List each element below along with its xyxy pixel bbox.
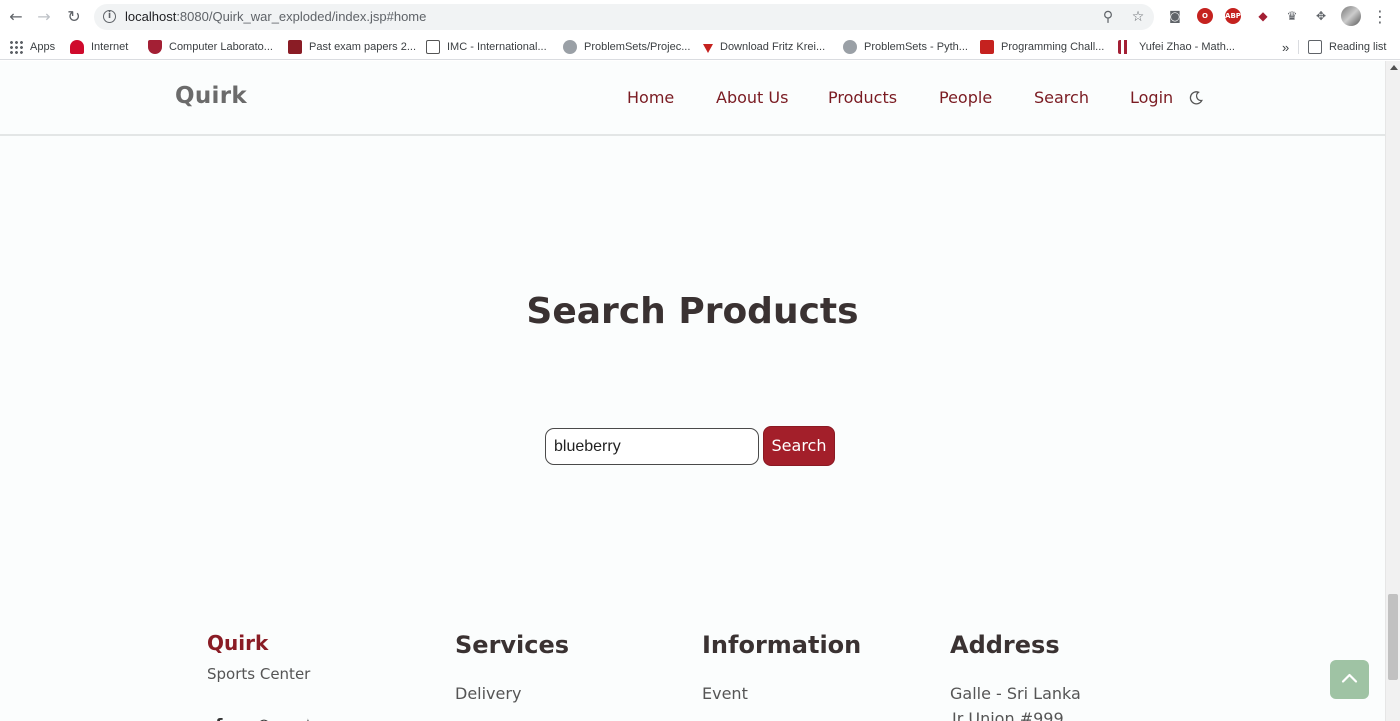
nav-people[interactable]: People: [939, 88, 992, 107]
scrollbar-thumb[interactable]: [1388, 594, 1398, 680]
footer-address-line: Jr Union #999: [952, 709, 1064, 721]
bookmark-imc[interactable]: IMC - International...: [426, 38, 547, 56]
page-viewport: Quirk Home About Us Products People Sear…: [0, 61, 1385, 721]
bookmark-label: Yufei Zhao - Math...: [1139, 41, 1235, 53]
footer-information-heading: Information: [702, 631, 862, 659]
download-icon: [703, 43, 713, 53]
puzzle-extensions-icon[interactable]: ✥: [1312, 7, 1330, 25]
reading-list-icon: [1308, 40, 1322, 54]
nav-search[interactable]: Search: [1034, 88, 1089, 107]
url-path: :8080/Quirk_war_exploded/index.jsp#home: [176, 9, 427, 24]
reload-icon[interactable]: ↻: [63, 6, 85, 28]
mit-icon: [1118, 40, 1132, 54]
crest-extension-icon[interactable]: ◆: [1254, 7, 1272, 25]
footer-services-heading: Services: [455, 631, 570, 659]
bookmark-label: Computer Laborato...: [169, 41, 273, 53]
bookmarks-overflow-chevron[interactable]: »: [1282, 38, 1289, 56]
shield-icon: [148, 40, 162, 54]
bookmark-download-fritz[interactable]: Download Fritz Krei...: [703, 38, 825, 56]
footer-address-line: Galle - Sri Lanka: [950, 684, 1081, 703]
bookmark-internet[interactable]: Internet: [70, 38, 128, 56]
footer-address-heading: Address: [950, 631, 1060, 659]
huawei-icon: [70, 40, 84, 54]
python-icon: [563, 40, 577, 54]
crown-extension-icon[interactable]: ♛: [1283, 7, 1301, 25]
back-arrow-icon[interactable]: ←: [5, 6, 27, 28]
imc-icon: [426, 40, 440, 54]
bookmark-label: Apps: [30, 41, 56, 53]
apps-grid-icon: [9, 40, 23, 54]
bookmark-computer-laboratory[interactable]: Computer Laborato...: [148, 38, 273, 56]
bookmark-label: Past exam papers 2...: [309, 41, 416, 53]
profile-avatar[interactable]: [1341, 6, 1361, 26]
scroll-up-arrow-icon[interactable]: [1390, 65, 1398, 70]
url-text[interactable]: localhost:8080/Quirk_war_exploded/index.…: [125, 9, 426, 24]
bookmark-label: Programming Chall...: [1001, 41, 1105, 53]
page-scrollbar[interactable]: [1385, 61, 1400, 721]
chevron-up-icon: [1341, 673, 1358, 683]
browser-toolbar: ← → ↻ i localhost:8080/Quirk_war_explode…: [0, 0, 1400, 34]
address-bar[interactable]: i localhost:8080/Quirk_war_exploded/inde…: [94, 4, 1154, 30]
footer-link-event[interactable]: Event: [702, 684, 748, 703]
bookmark-problemsets-python[interactable]: ProblemSets - Pyth...: [843, 38, 968, 56]
search-button[interactable]: Search: [763, 426, 835, 466]
bookmark-label: Download Fritz Krei...: [720, 41, 826, 53]
bookmarks-divider: [1298, 40, 1299, 54]
twitter-icon[interactable]: ✦: [298, 715, 318, 721]
python-icon: [843, 40, 857, 54]
dark-mode-moon-icon[interactable]: [1188, 90, 1204, 106]
nav-login[interactable]: Login: [1130, 88, 1173, 107]
bookmark-label: Internet: [91, 41, 129, 53]
uva-icon: [980, 40, 994, 54]
site-info-icon[interactable]: i: [103, 10, 116, 23]
crest-icon: [288, 40, 302, 54]
bookmark-apps[interactable]: Apps: [9, 38, 55, 56]
nav-about-us[interactable]: About Us: [716, 88, 788, 107]
nav-home[interactable]: Home: [627, 88, 674, 107]
bookmark-yufei-zhao[interactable]: Yufei Zhao - Math...: [1118, 38, 1235, 56]
footer-brand[interactable]: Quirk: [207, 631, 268, 655]
search-input[interactable]: blueberry: [545, 428, 759, 465]
nav-products[interactable]: Products: [828, 88, 897, 107]
zoom-icon[interactable]: ⚲: [1099, 8, 1117, 26]
footer-link-delivery[interactable]: Delivery: [455, 684, 521, 703]
footer-tagline: Sports Center: [207, 665, 311, 683]
bookmark-problemsets-projects[interactable]: ProblemSets/Projec...: [563, 38, 690, 56]
bookmark-label: IMC - International...: [447, 41, 547, 53]
url-host: localhost: [125, 9, 177, 24]
bookmark-star-icon[interactable]: ☆: [1129, 8, 1147, 26]
search-products-heading: Search Products: [526, 291, 859, 332]
bookmarks-bar: Apps Internet Computer Laborato... Past …: [0, 34, 1400, 60]
screenshot-extension-icon[interactable]: ◙: [1166, 7, 1184, 25]
site-logo[interactable]: Quirk: [175, 83, 247, 109]
site-header: Quirk Home About Us Products People Sear…: [0, 61, 1385, 136]
back-to-top-button[interactable]: [1330, 660, 1369, 699]
instagram-icon[interactable]: ◎: [254, 715, 274, 721]
bookmark-past-exam-papers[interactable]: Past exam papers 2...: [288, 38, 416, 56]
reading-list-label: Reading list: [1329, 41, 1387, 53]
bookmark-label: ProblemSets/Projec...: [584, 41, 691, 53]
opera-extension-icon[interactable]: O: [1197, 8, 1213, 24]
reading-list-button[interactable]: Reading list: [1308, 38, 1386, 56]
adblock-extension-icon[interactable]: ABP: [1225, 8, 1241, 24]
bookmark-label: ProblemSets - Pyth...: [864, 41, 968, 53]
facebook-icon[interactable]: f: [209, 715, 229, 721]
forward-arrow-icon[interactable]: →: [33, 6, 55, 28]
bookmark-programming-challenges[interactable]: Programming Chall...: [980, 38, 1104, 56]
browser-menu-icon[interactable]: ⋮: [1372, 6, 1388, 28]
